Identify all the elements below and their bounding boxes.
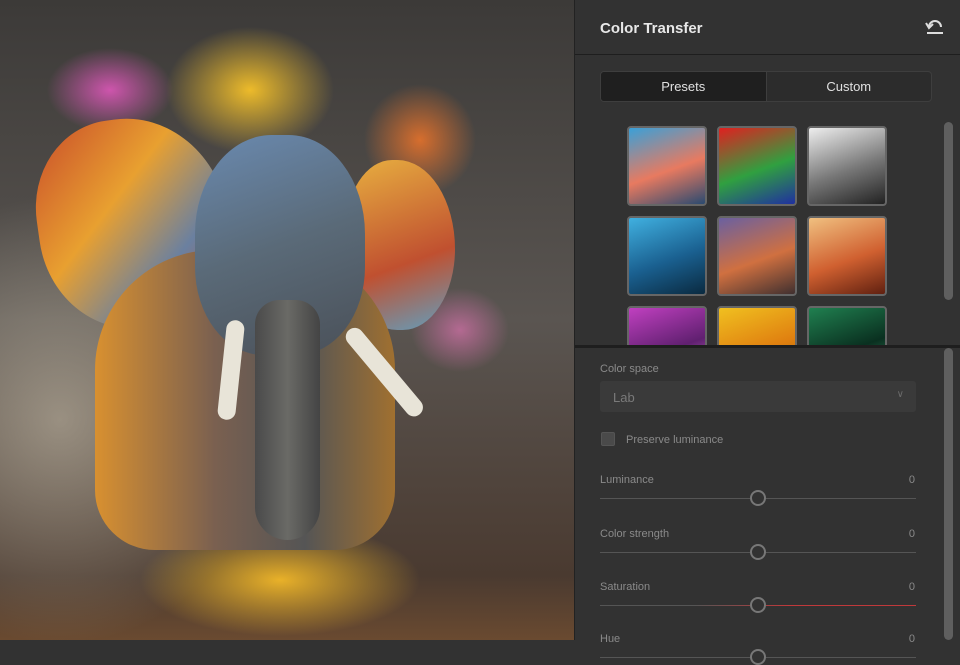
mode-tabs: Presets Custom <box>600 71 932 102</box>
preset-thumbnail-abstract-paint[interactable] <box>717 126 797 206</box>
slider-label: Color strength <box>600 528 670 540</box>
slider-label: Saturation <box>600 581 651 593</box>
presets-scrollbar[interactable] <box>944 122 953 300</box>
preset-thumbnail-desert-road[interactable] <box>717 216 797 296</box>
preserve-luminance-checkbox[interactable] <box>601 432 615 446</box>
slider-label: Hue <box>600 633 621 645</box>
slider-label: Luminance <box>600 474 654 486</box>
slider-value: 0 <box>908 528 915 540</box>
chevron-down-icon: ∨ <box>896 389 904 400</box>
tab-presets[interactable]: Presets <box>601 72 767 101</box>
color-space-value: Lab <box>613 390 635 405</box>
preset-thumbnail-blue-feathers[interactable] <box>627 216 707 296</box>
panel-title: Color Transfer <box>600 20 703 37</box>
preset-thumbnail-cathedral-bw[interactable] <box>807 126 887 206</box>
elephant-trunk <box>255 300 320 540</box>
preset-thumbnail-yellow-flower[interactable] <box>717 306 797 345</box>
slider-value: 0 <box>908 633 915 645</box>
preset-thumbnail-green-leaves[interactable] <box>807 306 887 345</box>
slider-value: 0 <box>908 474 915 486</box>
preset-grid <box>627 126 897 345</box>
slider-thumb[interactable] <box>750 597 766 613</box>
preset-thumbnail-sunset-sea[interactable] <box>627 126 707 206</box>
settings-scrollbar[interactable] <box>944 348 953 640</box>
preset-thumbnail-skateboarder[interactable] <box>807 216 887 296</box>
color-space-dropdown[interactable]: Lab ∨ <box>600 381 916 412</box>
color-transfer-panel: Color Transfer Presets Custom Color spac… <box>574 0 960 665</box>
color-space-label: Color space <box>600 363 659 375</box>
image-canvas[interactable] <box>0 0 574 640</box>
section-divider <box>575 345 960 348</box>
undo-icon[interactable] <box>925 18 945 36</box>
slider-thumb[interactable] <box>750 544 766 560</box>
slider-thumb[interactable] <box>750 490 766 506</box>
preserve-luminance-label: Preserve luminance <box>626 434 724 446</box>
tab-custom[interactable]: Custom <box>767 72 932 101</box>
panel-header: Color Transfer <box>575 0 960 55</box>
slider-thumb[interactable] <box>750 649 766 665</box>
preset-thumbnail-purple-flowers[interactable] <box>627 306 707 345</box>
slider-value: 0 <box>908 581 915 593</box>
